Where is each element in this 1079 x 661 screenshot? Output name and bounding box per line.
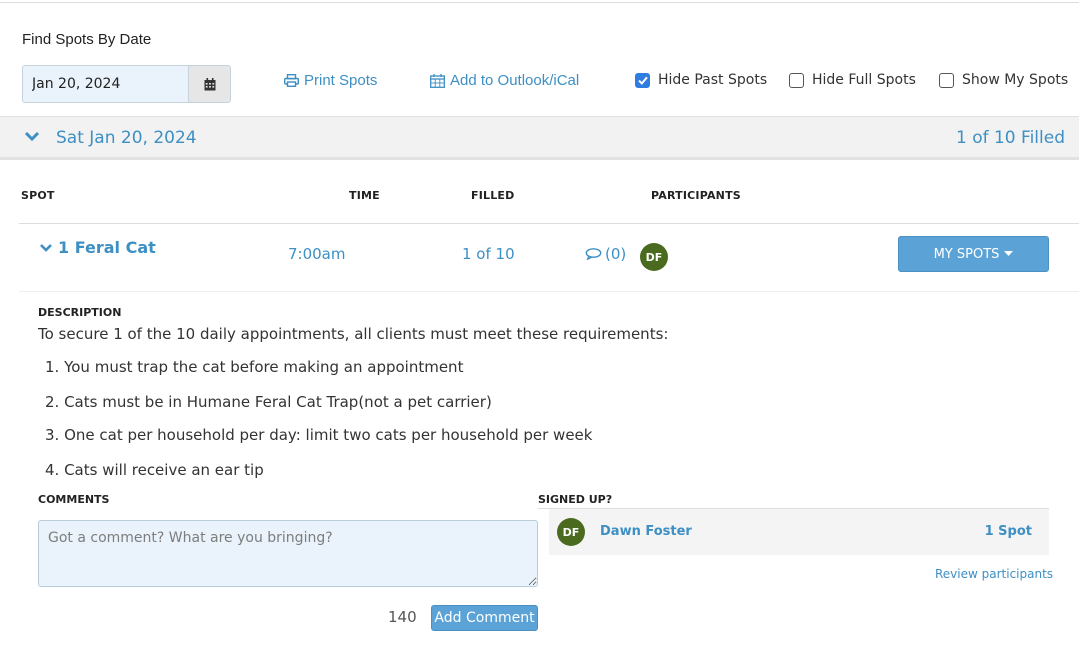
print-spots-link[interactable]: Print Spots <box>284 72 377 89</box>
print-spots-label: Print Spots <box>304 72 378 89</box>
show-my-spots-checkbox[interactable]: Show My Spots <box>939 72 1068 88</box>
participant-spot-count[interactable]: 1 Spot <box>985 524 1032 539</box>
hide-full-spots-checkbox[interactable]: Hide Full Spots <box>789 72 916 88</box>
comments-link[interactable]: (0) <box>585 245 626 263</box>
top-divider <box>0 2 1079 3</box>
column-header-time: TIME <box>349 189 380 202</box>
date-group-header[interactable]: Sat Jan 20, 2024 1 of 10 Filled <box>0 116 1079 160</box>
spot-title-toggle[interactable]: 1 Feral Cat <box>39 238 156 257</box>
column-header-filled: FILLED <box>471 189 515 202</box>
checkbox-unchecked[interactable] <box>939 72 954 88</box>
comment-icon <box>585 248 602 260</box>
signed-up-label: SIGNED UP? <box>538 493 613 506</box>
calendar-button[interactable] <box>188 66 230 102</box>
my-spots-label: MY SPOTS <box>933 246 1000 262</box>
add-comment-button[interactable]: Add Comment <box>431 605 538 631</box>
checkbox-unchecked[interactable] <box>789 72 804 88</box>
my-spots-button[interactable]: MY SPOTS <box>898 236 1049 272</box>
column-header-spot: SPOT <box>21 189 55 202</box>
comment-input[interactable] <box>38 520 538 587</box>
spot-title: 1 Feral Cat <box>58 238 156 257</box>
add-to-calendar-label: Add to Outlook/iCal <box>450 72 580 89</box>
caret-down-icon <box>1004 251 1014 256</box>
review-participants-link[interactable]: Review participants <box>935 567 1053 581</box>
hide-past-spots-checkbox[interactable]: Hide Past Spots <box>635 72 767 88</box>
participant-avatar[interactable]: DF <box>640 243 668 271</box>
comment-count: (0) <box>605 245 627 263</box>
chevron-down-icon <box>24 131 40 142</box>
date-input[interactable] <box>23 66 188 102</box>
date-picker <box>22 65 231 103</box>
description-intro: To secure 1 of the 10 daily appointments… <box>38 325 669 343</box>
add-to-calendar-link[interactable]: Add to Outlook/iCal <box>430 72 579 89</box>
calendar-icon <box>430 73 445 88</box>
participant-name[interactable]: Dawn Foster <box>600 524 692 539</box>
requirement-item: 1. You must trap the cat before making a… <box>45 358 464 376</box>
requirement-item: 4. Cats will receive an ear tip <box>45 461 264 479</box>
show-my-spots-label: Show My Spots <box>962 72 1069 88</box>
hide-past-spots-label: Hide Past Spots <box>658 72 768 88</box>
column-header-participants: PARTICIPANTS <box>651 189 741 202</box>
checkbox-checked[interactable] <box>635 72 650 88</box>
checkmark-icon <box>637 76 648 85</box>
date-group-title: Sat Jan 20, 2024 <box>56 128 197 148</box>
row-divider <box>19 291 1079 292</box>
spot-time: 7:00am <box>288 245 346 263</box>
filled-summary: 1 of 10 Filled <box>955 128 1065 148</box>
spot-filled: 1 of 10 <box>462 245 515 263</box>
find-spots-label: Find Spots By Date <box>22 31 152 48</box>
requirement-item: 3. One cat per household per day: limit … <box>45 426 593 444</box>
calendar-icon <box>204 77 215 90</box>
requirement-item: 2. Cats must be in Humane Feral Cat Trap… <box>45 393 492 411</box>
chevron-down-icon <box>40 243 52 252</box>
header-divider <box>19 223 1079 224</box>
participant-avatar: DF <box>557 518 585 546</box>
hide-full-spots-label: Hide Full Spots <box>812 72 916 88</box>
character-count: 140 <box>388 608 417 626</box>
description-label: DESCRIPTION <box>38 306 122 319</box>
printer-icon <box>284 74 299 87</box>
comments-label: COMMENTS <box>38 493 110 506</box>
participant-row: DF Dawn Foster 1 Spot <box>549 509 1049 555</box>
